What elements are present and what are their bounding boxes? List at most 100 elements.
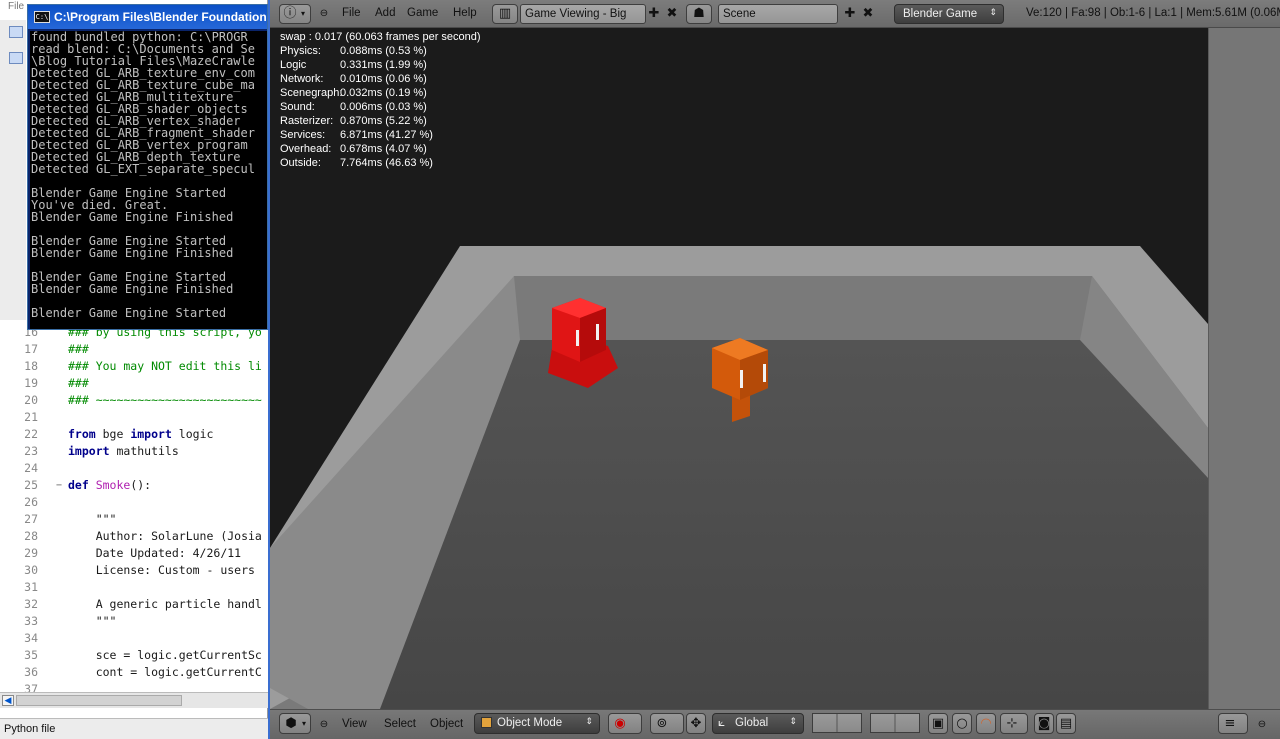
view3d-editor-button[interactable]: ⬢ ▾ — [279, 713, 311, 734]
menu-file[interactable]: File — [342, 7, 361, 19]
layer-buttons-1[interactable] — [812, 713, 862, 733]
code-line: 17 ### — [0, 341, 268, 358]
collapse-menu-icon[interactable]: ⊖ — [318, 717, 330, 733]
editor-toolbar — [0, 20, 26, 320]
line-number: 20 — [24, 393, 38, 407]
stats-row: Sound: 0.006ms (0.03 %) — [280, 100, 481, 114]
blender-window: ⓘ ▾ ⊖ File Add Game Help ▥ Game Viewing … — [268, 0, 1280, 739]
code-line: 34 — [0, 630, 268, 647]
console-line: Blender Game Engine Finished — [31, 246, 234, 260]
stats-key: Outside: — [280, 157, 321, 169]
scene-button[interactable]: ☗ — [686, 4, 712, 24]
line-number: 33 — [24, 614, 38, 628]
line-number: 26 — [24, 495, 38, 509]
line-number: 36 — [24, 665, 38, 679]
console-title[interactable]: C:\Program Files\Blender Foundation — [28, 5, 267, 29]
editor-menu-file[interactable]: File — [0, 0, 26, 20]
viewport-header: ⬢ ▾ ⊖ View Select Object Object Mode ⇕ ◉… — [270, 709, 1280, 739]
line-number: 17 — [24, 342, 38, 356]
snap-toggle-button[interactable]: ○ — [952, 713, 972, 734]
snap-element-button[interactable]: ⊹ — [1000, 713, 1028, 734]
stats-value: 0.870ms (5.22 %) — [340, 115, 427, 127]
code-text: ### ~~~~~~~~~~~~~~~~~~~~~~~~ — [68, 393, 262, 407]
code-token: def — [68, 478, 89, 492]
line-number: 25 — [24, 478, 38, 492]
stats-value: 0.088ms (0.53 %) — [340, 45, 427, 57]
menu-game[interactable]: Game — [407, 7, 438, 19]
line-number: 31 — [24, 580, 38, 594]
status-bar: Python file — [0, 718, 268, 739]
console-window[interactable]: C:\Program Files\Blender Foundation C:\ … — [27, 4, 268, 330]
line-number: 37 — [24, 682, 38, 692]
menu-add[interactable]: Add — [375, 7, 395, 19]
menu-object[interactable]: Object — [430, 718, 463, 730]
add-scene-icon[interactable]: ✚ — [842, 6, 858, 22]
screen-layout-button[interactable]: ▥ — [492, 4, 518, 24]
code-line: 24 — [0, 460, 268, 477]
scroll-left-icon[interactable]: ◀ — [2, 695, 14, 706]
editor-type-button[interactable]: ⓘ ▾ — [279, 4, 311, 24]
code-line: 33 """ — [0, 613, 268, 630]
scene-icon: ☗ — [693, 6, 705, 21]
line-number: 28 — [24, 529, 38, 543]
collapse-menu-icon[interactable]: ⊖ — [318, 6, 330, 22]
line-number: 29 — [24, 546, 38, 560]
stats-row: Outside: 7.764ms (46.63 %) — [280, 156, 481, 170]
profiling-stats: swap : 0.017 (60.063 frames per second) … — [280, 30, 481, 170]
panel-editor-button[interactable]: ≡ — [1218, 713, 1248, 734]
screen-layout-field[interactable]: Game Viewing - Big — [520, 4, 646, 24]
code-text: """ — [68, 512, 117, 526]
orientation-select[interactable]: ⟀ Global ⇕ — [712, 713, 804, 734]
menu-select[interactable]: Select — [384, 718, 416, 730]
render-engine-select[interactable]: Blender Game ⇕ — [894, 4, 1004, 24]
draw-type-button[interactable]: ◉ — [608, 713, 642, 734]
side-panel[interactable] — [1208, 28, 1280, 709]
layer-buttons-2[interactable] — [870, 713, 920, 733]
manipulator-button[interactable]: ✥ — [686, 713, 706, 734]
collapse-panel-icon[interactable]: ⊖ — [1256, 717, 1268, 733]
code-token: (): — [130, 478, 152, 492]
code-line: 16 ### by using this script, yo — [0, 330, 268, 341]
line-number: 32 — [24, 597, 38, 611]
3d-viewport[interactable]: swap : 0.017 (60.063 frames per second) … — [270, 28, 1208, 709]
transform-icon: ⟀ — [718, 715, 726, 729]
menu-help[interactable]: Help — [453, 7, 477, 19]
fold-marker-icon[interactable]: − — [56, 477, 62, 494]
line-number: 23 — [24, 444, 38, 458]
screen-root: { "editor": { "menu_file": "File", "stat… — [0, 0, 1280, 739]
code-line: 22 from bge import logic — [0, 426, 268, 443]
lock-layer-button[interactable]: ▣ — [928, 713, 948, 734]
stats-row: Network: 0.010ms (0.06 %) — [280, 72, 481, 86]
shading-icon: ◉ — [614, 716, 626, 731]
pivot-button[interactable]: ⊚ — [650, 713, 684, 734]
code-token: mathutils — [109, 444, 179, 458]
open-file-icon[interactable] — [9, 52, 23, 64]
code-token: import — [130, 427, 172, 441]
code-line: 25 − def Smoke(): — [0, 477, 268, 494]
horizontal-scrollbar[interactable]: ◀ — [0, 692, 268, 708]
stats-value: 0.010ms (0.06 %) — [340, 73, 427, 85]
code-area[interactable]: 16 ### by using this script, yo 17 ### 18 ###… — [0, 330, 268, 692]
camera-button[interactable]: ▤ — [1056, 713, 1076, 734]
close-scene-icon[interactable]: ✖ — [860, 6, 876, 22]
snap-icon: ○ — [956, 716, 968, 731]
code-token: logic — [171, 427, 214, 441]
magnet-icon: ◠ — [980, 716, 992, 731]
menu-view[interactable]: View — [342, 718, 367, 730]
camera-icon: ▤ — [1059, 716, 1073, 731]
scene-field[interactable]: Scene — [718, 4, 838, 24]
scrollbar-thumb[interactable] — [16, 695, 182, 706]
line-number: 34 — [24, 631, 38, 645]
code-line: 18 ### You may NOT edit this li — [0, 358, 268, 375]
add-icon[interactable]: ✚ — [646, 6, 662, 22]
code-text: Author: SolarLune (Josia — [68, 529, 262, 543]
orientation-label: Global — [735, 717, 769, 729]
render-button[interactable]: ◙ — [1034, 713, 1054, 734]
line-number: 22 — [24, 427, 38, 441]
new-file-icon[interactable] — [9, 26, 23, 38]
proportional-edit-button[interactable]: ◠ — [976, 713, 996, 734]
stats-row: Physics: 0.088ms (0.53 %) — [280, 44, 481, 58]
mode-select[interactable]: Object Mode ⇕ — [474, 713, 600, 734]
chevron-down-icon: ▾ — [301, 719, 306, 728]
close-icon[interactable]: ✖ — [664, 6, 680, 22]
